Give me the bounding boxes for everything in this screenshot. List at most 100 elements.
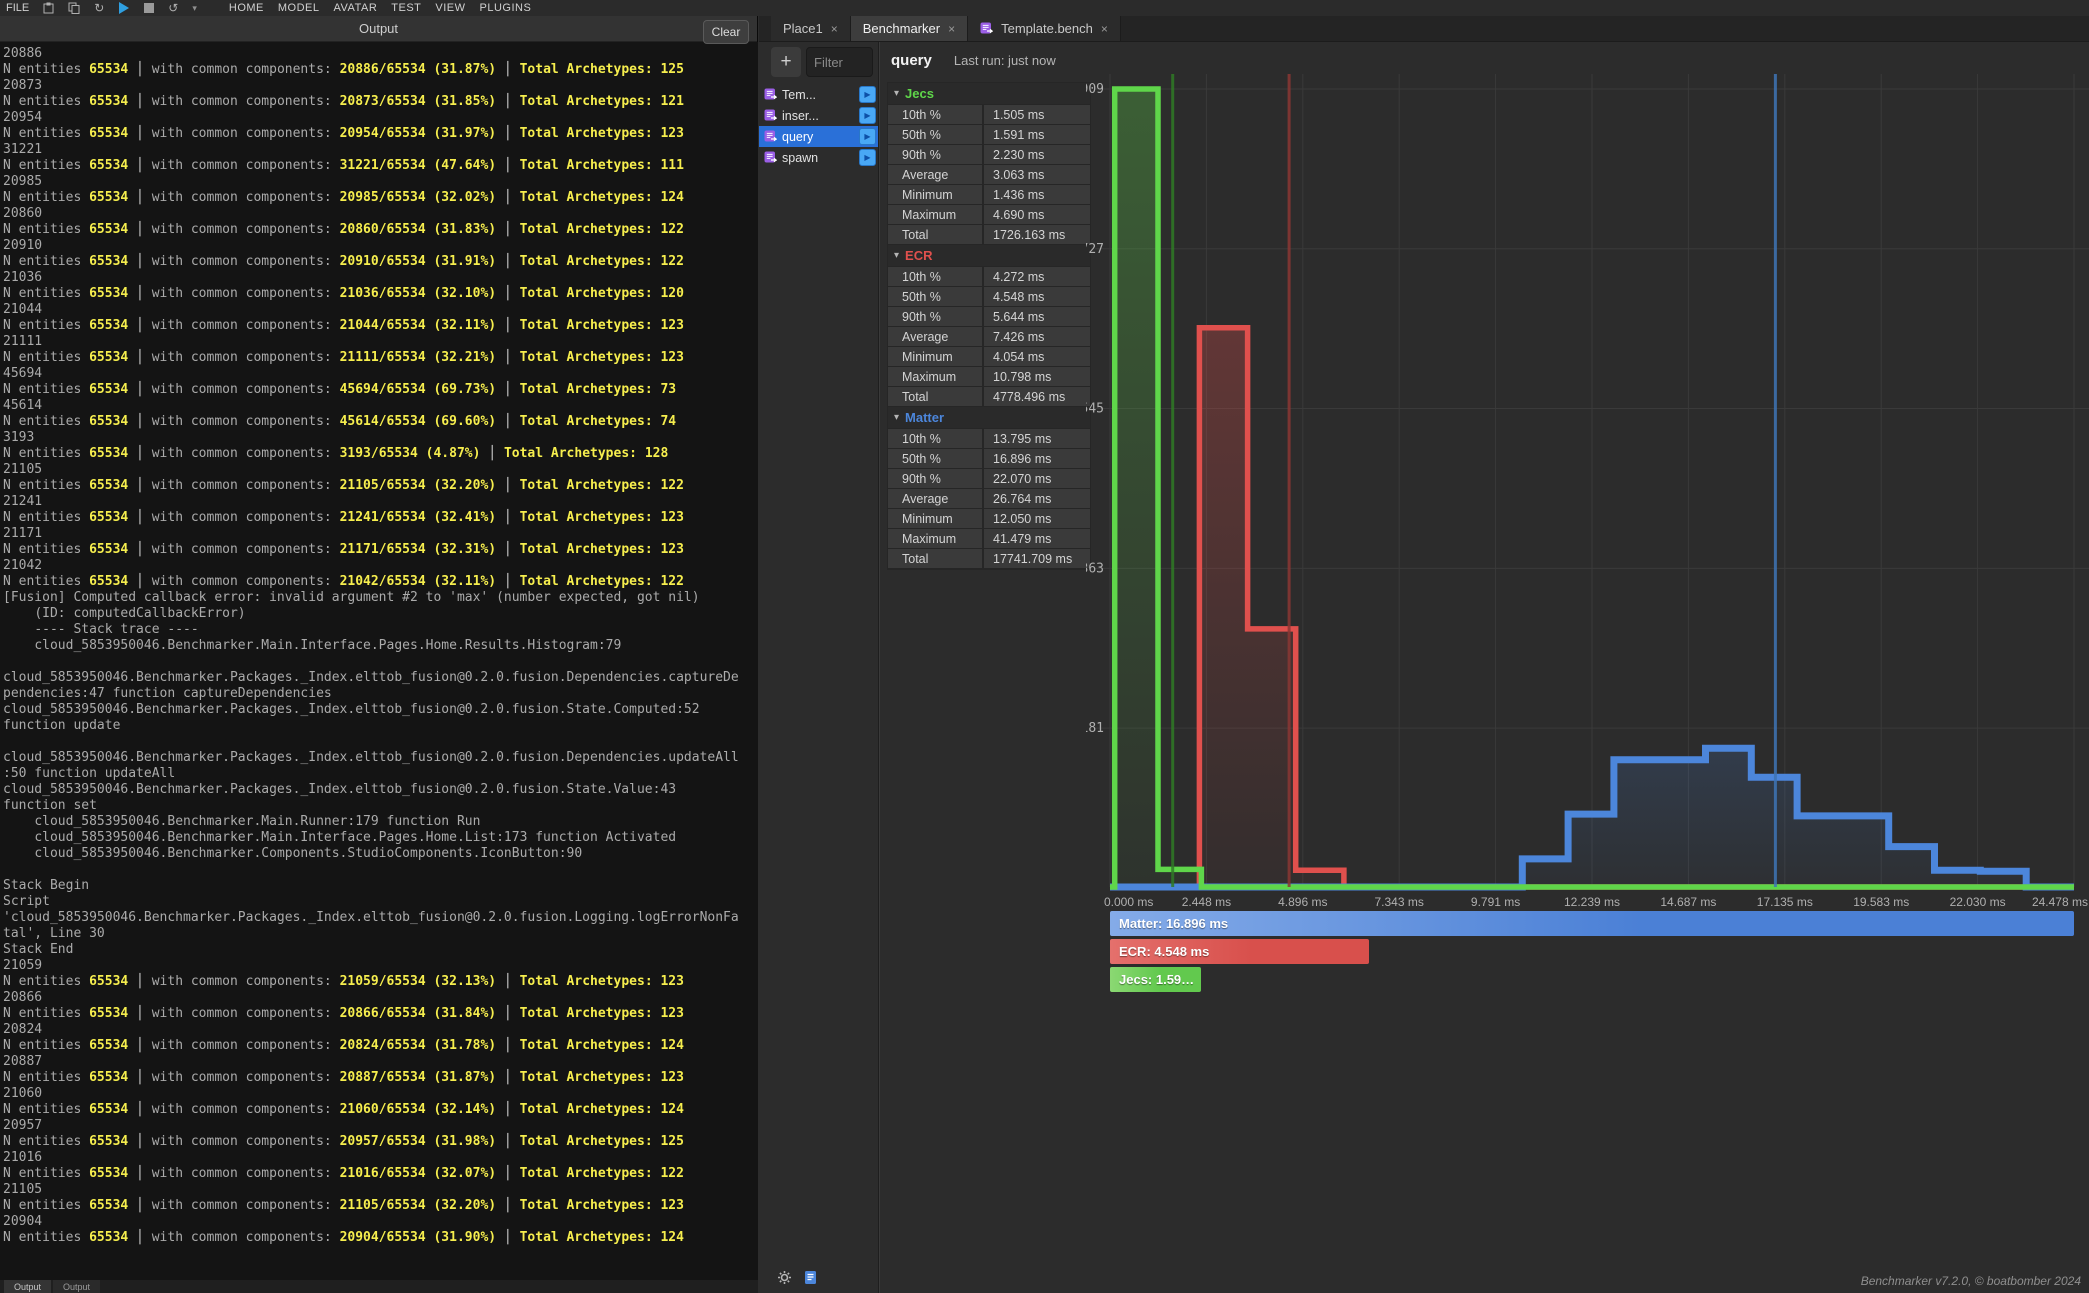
- console-line: cloud_5853950046.Benchmarker.Components.…: [3, 846, 740, 862]
- stat-label: 90th %: [888, 469, 982, 488]
- stat-value: 13.795 ms: [984, 429, 1090, 448]
- output-panel: Output ▾ × 20886N entities 65534 │ with …: [0, 16, 758, 1293]
- add-benchmark-button[interactable]: +: [771, 47, 801, 77]
- tab-label: Template.bench: [1001, 21, 1093, 36]
- filter-input[interactable]: [806, 47, 873, 77]
- stats-row: Maximum41.479 ms: [888, 529, 1090, 548]
- stat-label: Maximum: [888, 205, 982, 224]
- console-line: N entities 65534 │ with common component…: [3, 350, 740, 366]
- redo-icon[interactable]: ↻: [94, 1, 104, 15]
- menu-model[interactable]: MODEL: [278, 2, 320, 14]
- legend-bar-matter[interactable]: Matter: 16.896 ms: [1110, 911, 2074, 936]
- stats-section-header-ecr[interactable]: ▾ECR: [888, 245, 1090, 266]
- bench-list-item-inser[interactable]: inser...▶: [759, 105, 878, 126]
- stat-label: Average: [888, 165, 982, 184]
- console-line: Stack End: [3, 942, 740, 958]
- console-line: 31221: [3, 142, 740, 158]
- stats-row: Minimum4.054 ms: [888, 347, 1090, 366]
- stat-value: 5.644 ms: [984, 307, 1090, 326]
- stats-section-header-jecs[interactable]: ▾Jecs: [888, 83, 1090, 104]
- play-button[interactable]: [118, 2, 130, 14]
- console-line: 20910: [3, 238, 740, 254]
- tab-place1[interactable]: Place1×: [771, 16, 851, 41]
- tab-close-icon[interactable]: ×: [831, 22, 838, 36]
- legend-bar-ecr[interactable]: ECR: 4.548 ms: [1110, 939, 1369, 964]
- benchmark-title: query: [891, 52, 932, 69]
- run-benchmark-button[interactable]: ▶: [859, 149, 876, 166]
- svg-text:12.239 ms: 12.239 ms: [1564, 895, 1620, 909]
- console-line: N entities 65534 │ with common component…: [3, 1070, 740, 1086]
- file-menu[interactable]: FILE: [6, 2, 29, 14]
- menu-test[interactable]: TEST: [391, 2, 421, 14]
- menu-bar: HOME MODEL AVATAR TEST VIEW PLUGINS: [229, 2, 545, 14]
- console-line: N entities 65534 │ with common component…: [3, 94, 740, 110]
- console-line: N entities 65534 │ with common component…: [3, 510, 740, 526]
- bench-item-label: spawn: [782, 151, 818, 165]
- stats-row: Average3.063 ms: [888, 165, 1090, 184]
- run-benchmark-button[interactable]: ▶: [859, 86, 876, 103]
- stat-label: 10th %: [888, 267, 982, 286]
- menu-plugins[interactable]: PLUGINS: [480, 2, 532, 14]
- stats-panel: ▾Jecs10th %1.505 ms50th %1.591 ms90th %2…: [887, 82, 1091, 570]
- stats-row: Minimum12.050 ms: [888, 509, 1090, 528]
- output-dock-tab[interactable]: Output: [53, 1280, 100, 1293]
- console-line: [3, 654, 740, 670]
- copy-icon[interactable]: [68, 2, 80, 14]
- run-benchmark-button[interactable]: ▶: [859, 107, 876, 124]
- tab-close-icon[interactable]: ×: [948, 22, 955, 36]
- console-line: [3, 862, 740, 878]
- run-benchmark-button[interactable]: ▶: [859, 128, 876, 145]
- stop-button[interactable]: [144, 3, 154, 13]
- output-panel-header[interactable]: Output ▾ ×: [0, 16, 757, 42]
- svg-text:7.343 ms: 7.343 ms: [1375, 895, 1424, 909]
- console-line: N entities 65534 │ with common component…: [3, 254, 740, 270]
- panel-divider[interactable]: [878, 42, 880, 1293]
- histogram-svg: 1813635457279090.000 ms2.448 ms4.896 ms7…: [1086, 60, 2089, 995]
- tab-label: Benchmarker: [863, 21, 940, 36]
- console-line: cloud_5853950046.Benchmarker.Packages._I…: [3, 702, 740, 734]
- stats-row: 50th %4.548 ms: [888, 287, 1090, 306]
- console-line: (ID: computedCallbackError): [3, 606, 740, 622]
- menu-avatar[interactable]: AVATAR: [334, 2, 378, 14]
- bench-list-item-tem[interactable]: Tem... ▶: [759, 84, 878, 105]
- tab-benchmarker[interactable]: Benchmarker ×: [851, 16, 968, 41]
- stat-label: 10th %: [888, 105, 982, 124]
- console-line: 20873: [3, 78, 740, 94]
- plugin-credits: Benchmarker v7.2.0, © boatbomber 2024: [1861, 1274, 2081, 1288]
- bench-script-icon: [980, 22, 993, 35]
- legend-bar-jecs[interactable]: Jecs: 1.591 ms: [1110, 967, 1201, 992]
- output-dock-tabs: OutputOutput: [0, 1280, 758, 1293]
- tab-close-icon[interactable]: ×: [1101, 22, 1108, 36]
- console-line: 20866: [3, 990, 740, 1006]
- menu-home[interactable]: HOME: [229, 2, 264, 14]
- bench-list-item-spawn[interactable]: spawn ▶: [759, 147, 878, 168]
- stats-row: 10th %1.505 ms: [888, 105, 1090, 124]
- console-line: N entities 65534 │ with common component…: [3, 1134, 740, 1150]
- console-line: 21105: [3, 462, 740, 478]
- bench-list-item-query[interactable]: query▶: [759, 126, 878, 147]
- stats-row: Average7.426 ms: [888, 327, 1090, 346]
- clear-button[interactable]: Clear: [703, 20, 749, 44]
- output-dock-tab[interactable]: Output: [4, 1280, 51, 1293]
- stats-section-header-matter[interactable]: ▾Matter: [888, 407, 1090, 428]
- chevron-down-icon[interactable]: ▾: [192, 3, 197, 14]
- console-line: N entities 65534 │ with common component…: [3, 190, 740, 206]
- stat-label: Total: [888, 225, 982, 244]
- output-console[interactable]: 20886N entities 65534 │ with common comp…: [0, 42, 758, 1293]
- bench-item-label: Tem...: [782, 88, 816, 102]
- docs-icon[interactable]: [804, 1270, 817, 1290]
- console-line: 21171: [3, 526, 740, 542]
- undo-icon[interactable]: ↺: [168, 1, 178, 15]
- paste-icon[interactable]: [43, 2, 54, 14]
- stat-value: 4.272 ms: [984, 267, 1090, 286]
- menu-view[interactable]: VIEW: [435, 2, 465, 14]
- settings-gear-icon[interactable]: [777, 1270, 792, 1290]
- tab-template-bench[interactable]: Template.bench ×: [968, 16, 1121, 41]
- stat-label: Total: [888, 549, 982, 568]
- console-line: N entities 65534 │ with common component…: [3, 1198, 740, 1214]
- stat-label: Average: [888, 489, 982, 508]
- svg-text:24.478 ms: 24.478 ms: [2032, 895, 2088, 909]
- document-tab-bar: Place1× Benchmarker × Template.bench ×: [759, 16, 2089, 42]
- stat-value: 26.764 ms: [984, 489, 1090, 508]
- console-line: 20860: [3, 206, 740, 222]
